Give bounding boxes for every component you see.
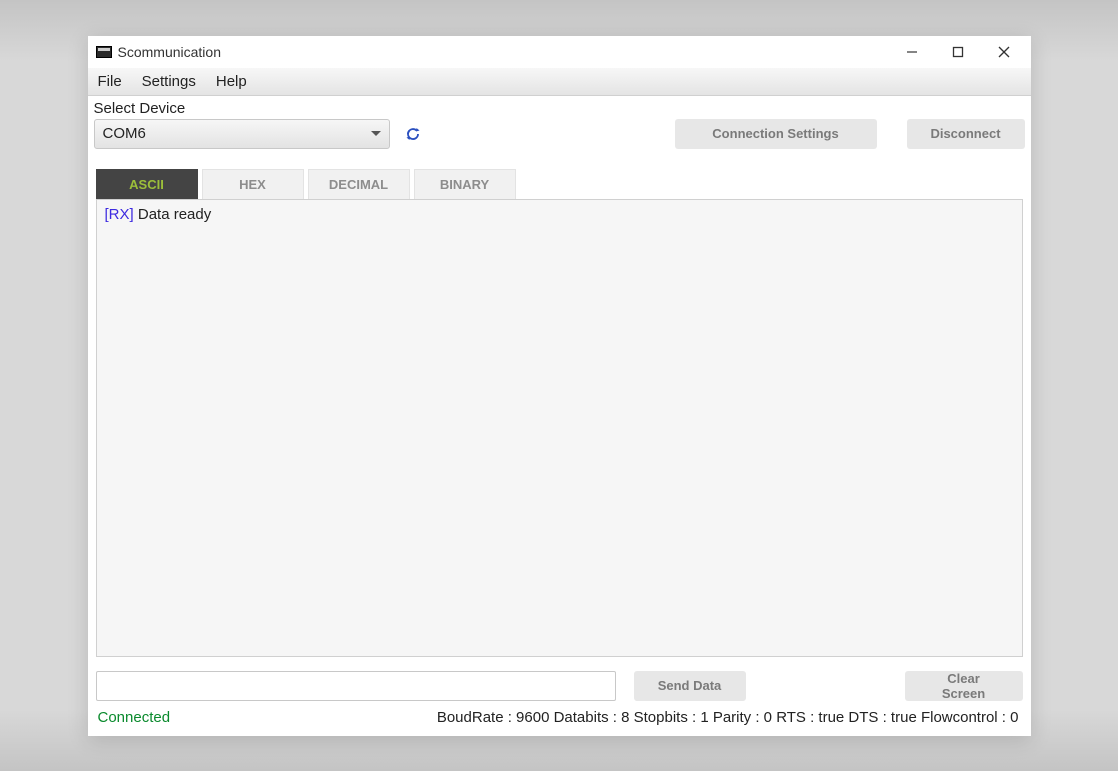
clear-screen-button[interactable]: Clear Screen xyxy=(905,671,1023,701)
rx-text: Data ready xyxy=(134,206,212,223)
menu-help[interactable]: Help xyxy=(216,73,247,90)
send-input[interactable] xyxy=(96,671,616,701)
maximize-icon xyxy=(952,46,964,58)
tab-hex[interactable]: HEX xyxy=(202,169,304,199)
console-output: [RX] Data ready xyxy=(96,199,1023,657)
menu-file[interactable]: File xyxy=(98,73,122,90)
title-bar: Scommunication xyxy=(88,36,1031,68)
window-title: Scommunication xyxy=(118,44,222,60)
minimize-icon xyxy=(906,46,918,58)
minimize-button[interactable] xyxy=(889,37,935,67)
connection-settings-button[interactable]: Connection Settings xyxy=(675,119,877,149)
tabs: ASCII HEX DECIMAL BINARY xyxy=(96,169,1025,199)
app-icon xyxy=(96,46,112,58)
main-window: Scommunication File Settings Help Select… xyxy=(88,36,1031,736)
device-selected-value: COM6 xyxy=(103,125,146,142)
tab-decimal[interactable]: DECIMAL xyxy=(308,169,410,199)
disconnect-button[interactable]: Disconnect xyxy=(907,119,1025,149)
close-button[interactable] xyxy=(981,37,1027,67)
send-row: Send Data Clear Screen xyxy=(96,671,1023,701)
rx-tag: [RX] xyxy=(105,206,134,223)
device-combobox[interactable]: COM6 xyxy=(94,119,390,149)
connection-status: Connected xyxy=(98,709,171,726)
menu-settings[interactable]: Settings xyxy=(142,73,196,90)
tab-ascii[interactable]: ASCII xyxy=(96,169,198,199)
chevron-down-icon xyxy=(371,131,381,136)
body-area: Select Device COM6 Connection Settings D… xyxy=(88,96,1031,736)
menu-bar: File Settings Help xyxy=(88,68,1031,96)
connection-info: BoudRate : 9600 Databits : 8 Stopbits : … xyxy=(437,709,1019,726)
device-row: COM6 Connection Settings Disconnect xyxy=(94,119,1025,149)
select-device-label: Select Device xyxy=(94,100,1025,119)
tab-binary[interactable]: BINARY xyxy=(414,169,516,199)
status-bar: Connected BoudRate : 9600 Databits : 8 S… xyxy=(94,707,1025,734)
refresh-icon xyxy=(405,126,421,142)
refresh-button[interactable] xyxy=(404,125,422,143)
close-icon xyxy=(998,46,1010,58)
send-data-button[interactable]: Send Data xyxy=(634,671,746,701)
console-line: [RX] Data ready xyxy=(105,206,1014,223)
maximize-button[interactable] xyxy=(935,37,981,67)
